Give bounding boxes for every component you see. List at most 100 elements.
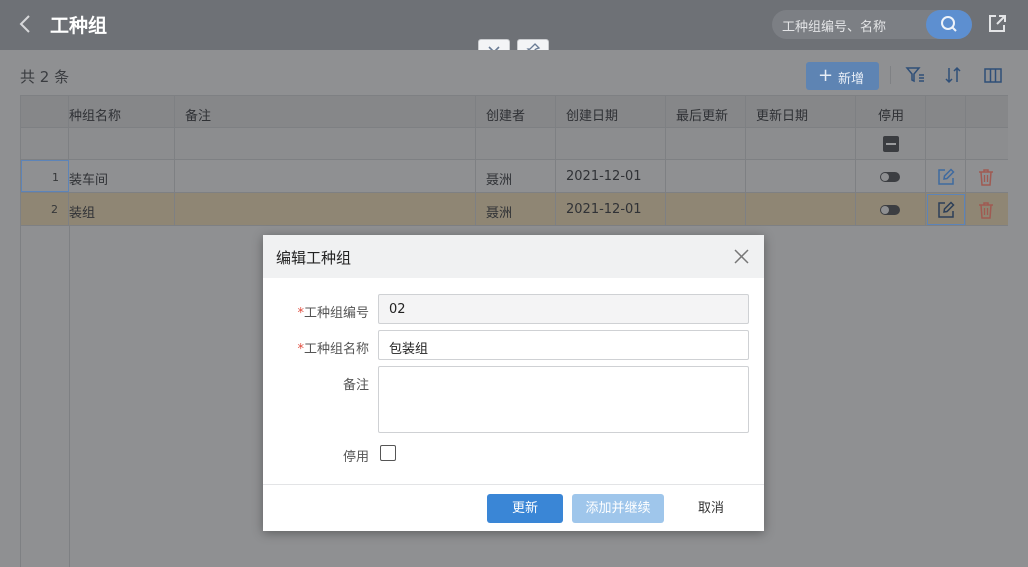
filter-cell xyxy=(966,128,1008,159)
cell-updated[interactable] xyxy=(746,160,856,192)
header-cell-edit xyxy=(926,96,966,127)
grid-divider xyxy=(69,226,70,567)
cell-name[interactable]: 装车间 xyxy=(69,160,175,192)
sort-icon[interactable] xyxy=(942,64,964,86)
header-label: 种组名称 xyxy=(69,109,122,124)
cell-name[interactable]: 装组 xyxy=(69,193,175,225)
indeterminate-checkbox[interactable] xyxy=(883,136,899,152)
cell-text: 2021-12-01 xyxy=(566,169,642,184)
update-button[interactable]: 更新 xyxy=(487,494,563,523)
add-button-label: 新增 xyxy=(838,72,865,87)
add-continue-button[interactable]: 添加并继续 xyxy=(572,494,664,523)
cell-text: 2021-12-01 xyxy=(566,202,642,217)
cell-delete xyxy=(966,160,1008,192)
code-label-text: 工种组编号 xyxy=(303,306,369,321)
code-field[interactable]: 02 xyxy=(378,294,749,324)
cell-text: 聂洲 xyxy=(486,173,513,188)
edit-icon[interactable] xyxy=(936,167,956,187)
header-label: 备注 xyxy=(185,109,212,124)
app-header: 工种组 工种组编号、名称 xyxy=(0,0,1028,61)
search-icon xyxy=(941,16,957,32)
filter-cell[interactable] xyxy=(666,128,746,159)
filter-icon[interactable] xyxy=(904,64,926,86)
disable-label: 停用 xyxy=(342,450,369,465)
header-label: 停用 xyxy=(878,109,905,124)
header-label: 更新日期 xyxy=(756,109,809,124)
page-title: 工种组 xyxy=(50,15,108,37)
header-cell[interactable]: 创建者 xyxy=(476,96,556,127)
cell-delete xyxy=(966,193,1008,225)
back-arrow-icon[interactable] xyxy=(14,12,36,36)
plus-icon: + xyxy=(818,65,834,86)
header-label: 创建日期 xyxy=(566,109,619,124)
name-label: *工种组名称 xyxy=(263,338,369,357)
record-count: 共 2 条 xyxy=(20,68,70,86)
header-cell-delete xyxy=(966,96,1008,127)
cell-creator[interactable]: 聂洲 xyxy=(476,193,556,225)
filter-cell[interactable] xyxy=(556,128,666,159)
cell-creator[interactable]: 聂洲 xyxy=(476,160,556,192)
export-icon[interactable] xyxy=(986,13,1008,35)
edit-icon[interactable] xyxy=(936,200,956,220)
code-label: *工种组编号 xyxy=(263,302,369,321)
cell-remark[interactable] xyxy=(175,193,476,225)
row-number: 2 xyxy=(21,193,69,225)
toolbar-divider xyxy=(890,66,891,84)
disable-checkbox[interactable] xyxy=(380,445,396,461)
filter-cell xyxy=(856,128,926,159)
cell-edit xyxy=(926,160,966,192)
edit-dialog: 编辑工种组 *工种组编号 02 *工种组名称 包装组 备注 停用 更新 添加并继… xyxy=(263,235,764,531)
cell-created[interactable]: 2021-12-01 xyxy=(556,160,666,192)
cancel-button[interactable]: 取消 xyxy=(683,494,739,523)
cell-text: 装组 xyxy=(69,206,96,221)
name-label-text: 工种组名称 xyxy=(303,342,369,357)
cell-text: 聂洲 xyxy=(486,206,513,221)
filter-cell[interactable] xyxy=(746,128,856,159)
cell-last-updated-by[interactable] xyxy=(666,193,746,225)
remark-textarea[interactable] xyxy=(378,366,749,433)
header-cell[interactable]: 备注 xyxy=(175,96,476,127)
table-header: 种组名称 备注 创建者 创建日期 最后更新 更新日期 停用 xyxy=(21,95,1008,128)
close-icon[interactable] xyxy=(733,248,750,265)
cell-remark[interactable] xyxy=(175,160,476,192)
table-row[interactable]: 1 装车间 聂洲 2021-12-01 xyxy=(21,160,1008,193)
table-row[interactable]: 2 装组 聂洲 2021-12-01 xyxy=(21,193,1008,226)
header-label: 最后更新 xyxy=(676,109,729,124)
filter-cell[interactable] xyxy=(175,128,476,159)
add-button[interactable]: + 新增 xyxy=(806,62,879,90)
dialog-header: 编辑工种组 xyxy=(263,235,764,278)
filter-cell[interactable] xyxy=(69,128,175,159)
dialog-title: 编辑工种组 xyxy=(276,249,352,267)
filter-cell xyxy=(21,128,69,159)
filter-row xyxy=(21,128,1008,160)
filter-cell xyxy=(926,128,966,159)
remark-label: 备注 xyxy=(342,378,369,393)
header-cell[interactable]: 更新日期 xyxy=(746,96,856,127)
cell-created[interactable]: 2021-12-01 xyxy=(556,193,666,225)
search-input[interactable]: 工种组编号、名称 xyxy=(782,16,886,35)
disable-toggle[interactable] xyxy=(880,172,900,182)
columns-icon[interactable] xyxy=(982,64,1004,86)
header-cell[interactable]: 种组名称 xyxy=(69,96,175,127)
cell-last-updated-by[interactable] xyxy=(666,160,746,192)
row-number-label: 2 xyxy=(51,203,58,216)
search-button[interactable] xyxy=(926,10,972,39)
row-number: 1 xyxy=(21,160,69,192)
cell-disabled xyxy=(856,160,926,192)
search-box[interactable]: 工种组编号、名称 xyxy=(772,10,972,39)
cell-disabled xyxy=(856,193,926,225)
filter-cell[interactable] xyxy=(476,128,556,159)
name-field[interactable]: 包装组 xyxy=(378,330,749,360)
trash-icon[interactable] xyxy=(976,200,996,220)
cell-updated[interactable] xyxy=(746,193,856,225)
cell-text: 装车间 xyxy=(69,173,109,188)
header-cell[interactable]: 停用 xyxy=(856,96,926,127)
trash-icon[interactable] xyxy=(976,167,996,187)
disable-toggle[interactable] xyxy=(880,205,900,215)
header-cell[interactable]: 创建日期 xyxy=(556,96,666,127)
header-label: 创建者 xyxy=(486,109,526,124)
header-cell[interactable]: 最后更新 xyxy=(666,96,746,127)
dialog-footer-divider xyxy=(263,484,764,485)
name-value: 包装组 xyxy=(389,342,429,357)
header-rownum xyxy=(21,96,69,127)
